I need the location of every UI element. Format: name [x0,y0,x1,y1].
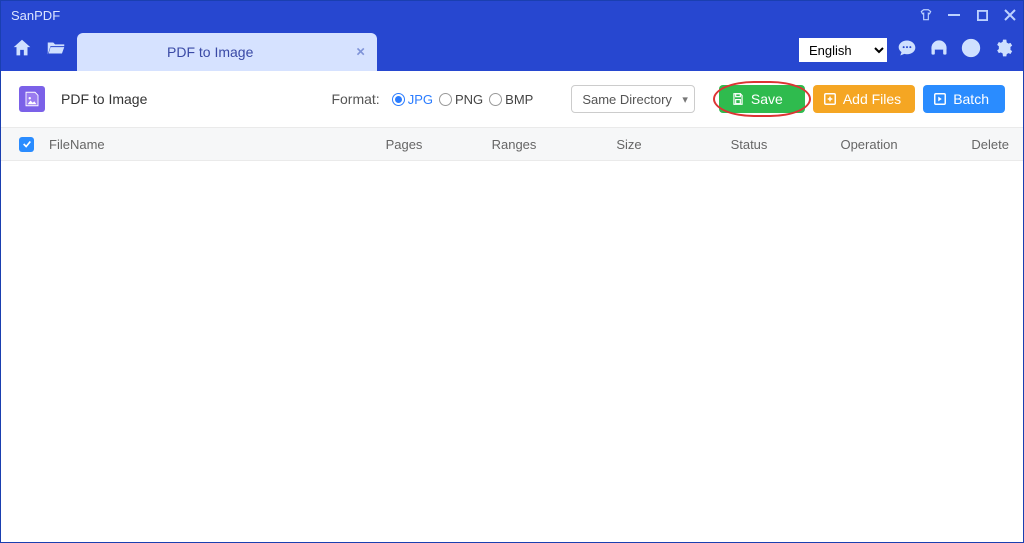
headphones-icon[interactable] [929,38,949,63]
tab-label: PDF to Image [167,44,253,60]
user-icon[interactable] [961,38,981,63]
language-select[interactable]: English [799,38,887,62]
format-label: Format: [331,91,379,107]
app-window: SanPDF PDF to Image [0,0,1024,543]
radio-dot-icon [489,93,502,106]
close-icon[interactable] [1003,8,1017,22]
save-icon [731,92,745,106]
pdf-to-image-icon [19,86,45,112]
format-jpg-radio[interactable]: JPG [392,92,433,107]
home-icon[interactable] [11,37,33,64]
file-list-area[interactable] [1,161,1023,542]
radio-dot-icon [439,93,452,106]
topbar-right-icons [897,38,1013,63]
folder-open-icon[interactable] [45,37,67,64]
column-operation[interactable]: Operation [809,137,929,152]
chat-icon[interactable] [897,38,917,63]
topbar-left-icons [11,37,67,64]
titlebar: SanPDF [1,1,1023,29]
tab-pdf-to-image[interactable]: PDF to Image × [77,33,377,71]
plus-square-icon [823,92,837,106]
column-delete[interactable]: Delete [929,137,1023,152]
format-radio-group: JPG PNG BMP [392,92,534,107]
format-bmp-radio[interactable]: BMP [489,92,533,107]
topbar: PDF to Image × English [1,29,1023,71]
select-all-checkbox[interactable] [19,137,34,152]
column-ranges[interactable]: Ranges [459,137,569,152]
toolbar: PDF to Image Format: JPG PNG BMP S [1,71,1023,127]
section-title: PDF to Image [61,91,147,107]
save-button[interactable]: Save [719,85,805,113]
format-png-radio[interactable]: PNG [439,92,483,107]
table-header: FileName Pages Ranges Size Status Operat… [1,127,1023,161]
tab-close-icon[interactable]: × [356,44,365,61]
output-directory-select[interactable]: Same Directory [571,85,695,113]
radio-dot-icon [392,93,405,106]
maximize-icon[interactable] [975,8,989,22]
titlebar-controls [919,8,1017,22]
minimize-icon[interactable] [947,8,961,22]
column-pages[interactable]: Pages [349,137,459,152]
column-status[interactable]: Status [689,137,809,152]
window-title: SanPDF [11,8,919,23]
column-filename[interactable]: FileName [49,137,349,152]
check-icon [22,139,32,149]
batch-icon [933,92,947,106]
column-size[interactable]: Size [569,137,689,152]
tshirt-icon[interactable] [919,8,933,22]
add-files-button[interactable]: Add Files [813,85,915,113]
gear-icon[interactable] [993,38,1013,63]
batch-button[interactable]: Batch [923,85,1005,113]
